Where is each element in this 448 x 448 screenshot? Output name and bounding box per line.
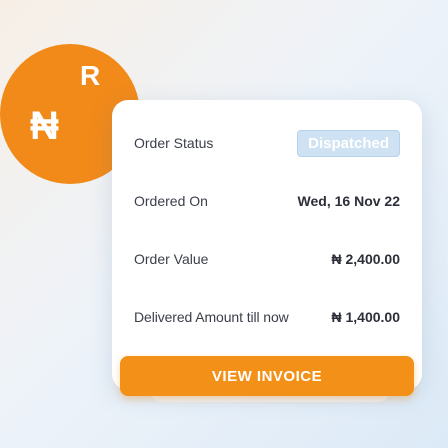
view-invoice-button[interactable]: VIEW INVOICE <box>120 356 414 396</box>
delivered-amount-label: Delivered Amount till now <box>134 309 289 325</box>
ordered-on-row: Ordered On Wed, 16 Nov 22 <box>134 190 400 212</box>
ordered-on-label: Ordered On <box>134 193 208 209</box>
naira-icon: ₦ <box>30 104 59 148</box>
order-status-row: Order Status Dispatched <box>134 129 400 157</box>
order-status-label: Order Status <box>134 135 214 151</box>
status-badge: Dispatched <box>297 129 400 157</box>
delivered-amount-value: ₦ 1,400.00 <box>331 309 401 325</box>
brand-letter: R <box>80 60 101 91</box>
delivered-amount-row: Delivered Amount till now ₦ 1,400.00 <box>134 306 400 328</box>
order-value-row: Order Value ₦ 2,400.00 <box>134 248 400 270</box>
order-value-label: Order Value <box>134 251 209 267</box>
order-value-amount: ₦ 2,400.00 <box>331 251 401 267</box>
order-summary-card: Order Status Dispatched Ordered On Wed, … <box>112 100 422 396</box>
ordered-on-value: Wed, 16 Nov 22 <box>297 193 400 209</box>
